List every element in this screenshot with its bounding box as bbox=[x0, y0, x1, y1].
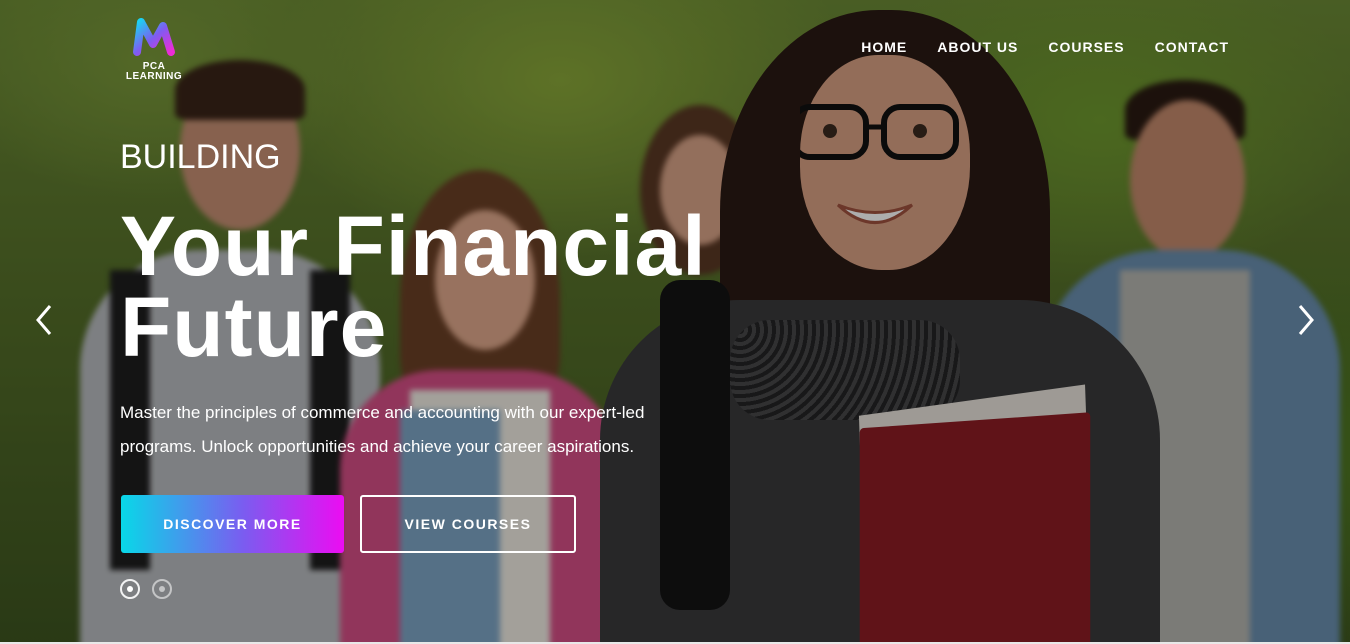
logo-text-line2: LEARNING bbox=[125, 71, 183, 82]
nav-home[interactable]: HOME bbox=[861, 39, 907, 55]
discover-more-button[interactable]: DISCOVER MORE bbox=[121, 495, 344, 553]
nav-contact[interactable]: CONTACT bbox=[1155, 39, 1229, 55]
hero-title-line2: Future bbox=[120, 280, 388, 374]
brand-logo[interactable]: PCA LEARNING bbox=[118, 16, 190, 82]
slider-dot-2[interactable] bbox=[152, 579, 172, 599]
hero-description: Master the principles of commerce and ac… bbox=[120, 403, 645, 456]
hero-title: Your Financial Future bbox=[120, 199, 707, 374]
chevron-left-icon[interactable] bbox=[32, 302, 56, 338]
hero-title-line1: Your Financial bbox=[120, 199, 707, 293]
view-courses-button[interactable]: VIEW COURSES bbox=[360, 495, 576, 553]
slider-dots bbox=[120, 579, 172, 599]
main-nav: HOME ABOUT US COURSES CONTACT bbox=[861, 39, 1229, 55]
logo-m-icon bbox=[133, 18, 175, 56]
chevron-right-icon[interactable] bbox=[1294, 302, 1318, 338]
nav-about-us[interactable]: ABOUT US bbox=[937, 39, 1018, 55]
hero-eyebrow: BUILDING bbox=[120, 138, 281, 176]
slider-dot-1[interactable] bbox=[120, 579, 140, 599]
nav-courses[interactable]: COURSES bbox=[1048, 39, 1124, 55]
